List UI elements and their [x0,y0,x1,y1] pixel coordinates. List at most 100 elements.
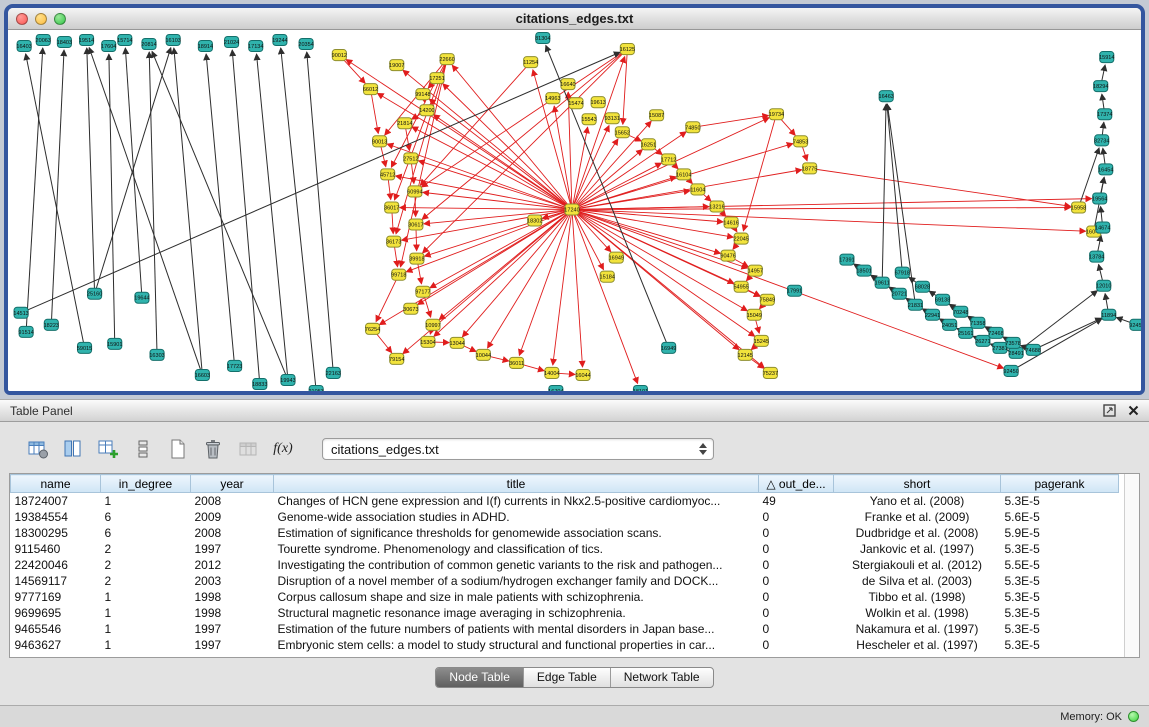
tab-network-table[interactable]: Network Table [611,668,713,687]
graph-edge[interactable] [376,275,399,322]
table-cell[interactable]: Investigating the contribution of common… [274,557,759,573]
table-cell[interactable]: 9115460 [11,541,101,557]
table-cell[interactable]: Embryonic stem cells: a model to study s… [274,637,759,653]
column-header[interactable]: pagerank [1001,475,1119,493]
table-row[interactable]: 2242004622012Investigating the contribut… [11,557,1119,573]
table-cell[interactable]: Wolkin et al. (1998) [834,605,1001,621]
table-cell[interactable]: 5.3E-5 [1001,541,1119,557]
graph-edge[interactable] [109,54,115,344]
graph-edge[interactable] [434,115,572,210]
table-scrollbar[interactable] [1124,474,1139,657]
function-builder-icon[interactable]: f(x) [271,437,295,461]
table-cell[interactable]: 1 [101,589,191,605]
table-row[interactable]: 946362711997Embryonic stem cells: a mode… [11,637,1119,653]
table-cell[interactable]: 9699695 [11,605,101,621]
delete-table-icon[interactable] [201,437,225,461]
graph-edge[interactable] [533,70,572,210]
table-cell[interactable]: 2003 [191,573,274,589]
table-cell[interactable]: 2012 [191,557,274,573]
table-select-dropdown[interactable]: citations_edges.txt [322,438,714,460]
table-cell[interactable]: 18724007 [11,493,101,509]
table-cell[interactable]: 9777169 [11,589,101,605]
table-cell[interactable]: 0 [759,525,834,541]
column-header[interactable]: title [274,475,759,493]
table-cell[interactable]: 1998 [191,605,274,621]
graph-edge[interactable] [26,48,43,332]
table-row[interactable]: 946554611997Estimation of the future num… [11,621,1119,637]
graph-edge[interactable] [887,104,902,272]
show-columns-icon[interactable] [61,437,85,461]
table-cell[interactable]: 2 [101,573,191,589]
table-row[interactable]: 911546021997Tourette syndrome. Phenomeno… [11,541,1119,557]
zoom-window-button[interactable] [54,13,66,25]
table-cell[interactable]: Genome-wide association studies in ADHD. [274,509,759,525]
table-cell[interactable]: 2008 [191,493,274,509]
table-cell[interactable]: 0 [759,541,834,557]
table-cell[interactable]: 5.9E-5 [1001,525,1119,541]
table-cell[interactable]: de Silva et al. (2003) [834,573,1001,589]
graph-edge[interactable] [422,49,627,219]
graph-edge[interactable] [125,48,142,298]
table-cell[interactable]: 19384554 [11,509,101,525]
table-cell[interactable]: 2 [101,557,191,573]
graph-edge[interactable] [743,114,776,231]
column-header[interactable]: in_degree [101,475,191,493]
table-cell[interactable]: 1997 [191,637,274,653]
graph-edge[interactable] [419,161,572,210]
table-cell[interactable]: 1 [101,621,191,637]
table-cell[interactable]: 1998 [191,589,274,605]
table-cell[interactable]: 49 [759,493,834,509]
table-row[interactable]: 1938455462009Genome-wide association stu… [11,509,1119,525]
graph-edge[interactable] [371,89,379,133]
table-cell[interactable]: Franke et al. (2009) [834,509,1001,525]
table-cell[interactable]: 5.6E-5 [1001,509,1119,525]
table-cell[interactable]: 1 [101,637,191,653]
import-table-icon[interactable] [236,437,260,461]
column-header[interactable]: year [191,475,274,493]
table-cell[interactable]: Stergiakouli et al. (2012) [834,557,1001,573]
graph-edge[interactable] [553,209,572,364]
network-graph-svg[interactable]: 1724090012190072266017251991481420066012… [8,30,1141,391]
column-header[interactable]: △ out_de... [759,475,834,493]
table-cell[interactable]: 5.3E-5 [1001,621,1119,637]
table-cell[interactable]: Tourette syndrome. Phenomenology and cla… [274,541,759,557]
graph-edge[interactable] [21,52,620,313]
graph-edge[interactable] [1033,318,1101,350]
table-cell[interactable]: Structural magnetic resonance image aver… [274,605,759,621]
column-header[interactable]: name [11,475,101,493]
graph-edge[interactable] [572,209,1086,231]
close-panel-icon[interactable] [1128,405,1139,416]
network-window-titlebar[interactable]: citations_edges.txt [8,8,1141,30]
graph-edge[interactable] [423,49,628,253]
table-row[interactable]: 977716911998Corpus callosum shape and si… [11,589,1119,605]
table-cell[interactable]: 5.5E-5 [1001,557,1119,573]
table-cell[interactable]: 5.3E-5 [1001,605,1119,621]
table-cell[interactable]: 1 [101,605,191,621]
graph-edge[interactable] [307,52,334,373]
table-cell[interactable]: 6 [101,525,191,541]
table-cell[interactable]: 2 [101,541,191,557]
table-cell[interactable]: 2008 [191,525,274,541]
table-cell[interactable]: 0 [759,605,834,621]
table-cell[interactable]: 22420046 [11,557,101,573]
graph-edge[interactable] [462,209,572,336]
table-cell[interactable]: 0 [759,637,834,653]
graph-edge[interactable] [406,209,572,271]
graph-edge[interactable] [434,209,572,336]
table-cell[interactable]: 5.3E-5 [1001,493,1119,509]
graph-edge[interactable] [572,121,651,209]
table-row[interactable]: 1456911722003Disruption of a novel membe… [11,573,1119,589]
tab-edge-table[interactable]: Edge Table [524,668,611,687]
graph-edge[interactable] [51,50,64,325]
table-cell[interactable]: 6 [101,509,191,525]
table-cell[interactable]: Estimation of the future numbers of pati… [274,621,759,637]
table-cell[interactable]: Dudbridge et al. (2008) [834,525,1001,541]
graph-edge[interactable] [403,209,572,353]
graph-edge[interactable] [152,51,288,380]
graph-edge[interactable] [257,54,288,380]
table-cell[interactable]: 5.3E-5 [1001,573,1119,589]
table-cell[interactable]: Estimation of significance thresholds fo… [274,525,759,541]
graph-edge[interactable] [810,168,1071,206]
table-cell[interactable]: 1 [101,493,191,509]
graph-edge[interactable] [693,115,769,127]
